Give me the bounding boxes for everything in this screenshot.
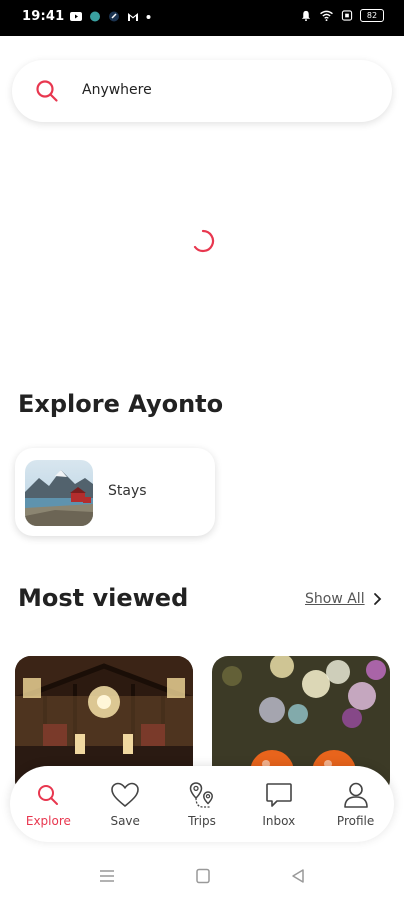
gmail-icon [128,13,138,21]
nav-label-inbox: Inbox [262,814,296,828]
search-icon [38,785,59,805]
chevron-right-icon [373,593,381,605]
app-icon [90,11,100,22]
category-card-stays[interactable]: Stays [15,448,215,536]
dot-icon [146,15,151,19]
bottom-nav: Explore Save Trips Inbox Profile [10,766,394,842]
nav-label-trips: Trips [188,814,216,828]
youtube-icon [70,12,82,21]
system-nav-bar [0,852,404,900]
category-label-stays: Stays [108,483,147,499]
nav-explore[interactable]: Explore [14,780,82,828]
notification-icons [70,11,151,22]
loading-spinner-icon [193,229,215,253]
explore-section-title: Explore Ayonto [18,390,224,418]
menu-icon[interactable] [98,868,116,884]
nav-label-explore: Explore [25,814,71,828]
nav-trips[interactable]: Trips [168,780,236,828]
search-input[interactable]: Anywhere [82,82,152,98]
alarm-icon [301,10,311,21]
most-viewed-title: Most viewed [18,584,189,612]
trips-icon [189,782,213,808]
nav-profile[interactable]: Profile [322,780,390,828]
status-time: 19:41 [22,9,65,24]
system-status-icons: 82 [300,9,384,22]
chat-icon [265,783,292,807]
nav-save[interactable]: Save [91,780,159,828]
nav-label-profile: Profile [336,814,375,828]
stays-thumbnail [25,460,93,526]
search-icon [36,80,58,102]
sim-icon [341,10,353,21]
wifi-icon [320,10,333,21]
show-all-label: Show All [305,591,365,607]
nav-inbox[interactable]: Inbox [245,780,313,828]
status-bar: 19:41 82 [0,0,404,36]
heart-icon [111,782,139,808]
home-icon[interactable] [194,868,212,884]
app-icon [109,11,119,22]
search-bar[interactable]: Anywhere [12,60,392,122]
show-all-link[interactable]: Show All [305,591,383,607]
nav-label-save: Save [110,814,140,828]
user-icon [343,782,368,808]
back-icon[interactable] [289,868,307,884]
battery-icon: 82 [360,9,384,22]
